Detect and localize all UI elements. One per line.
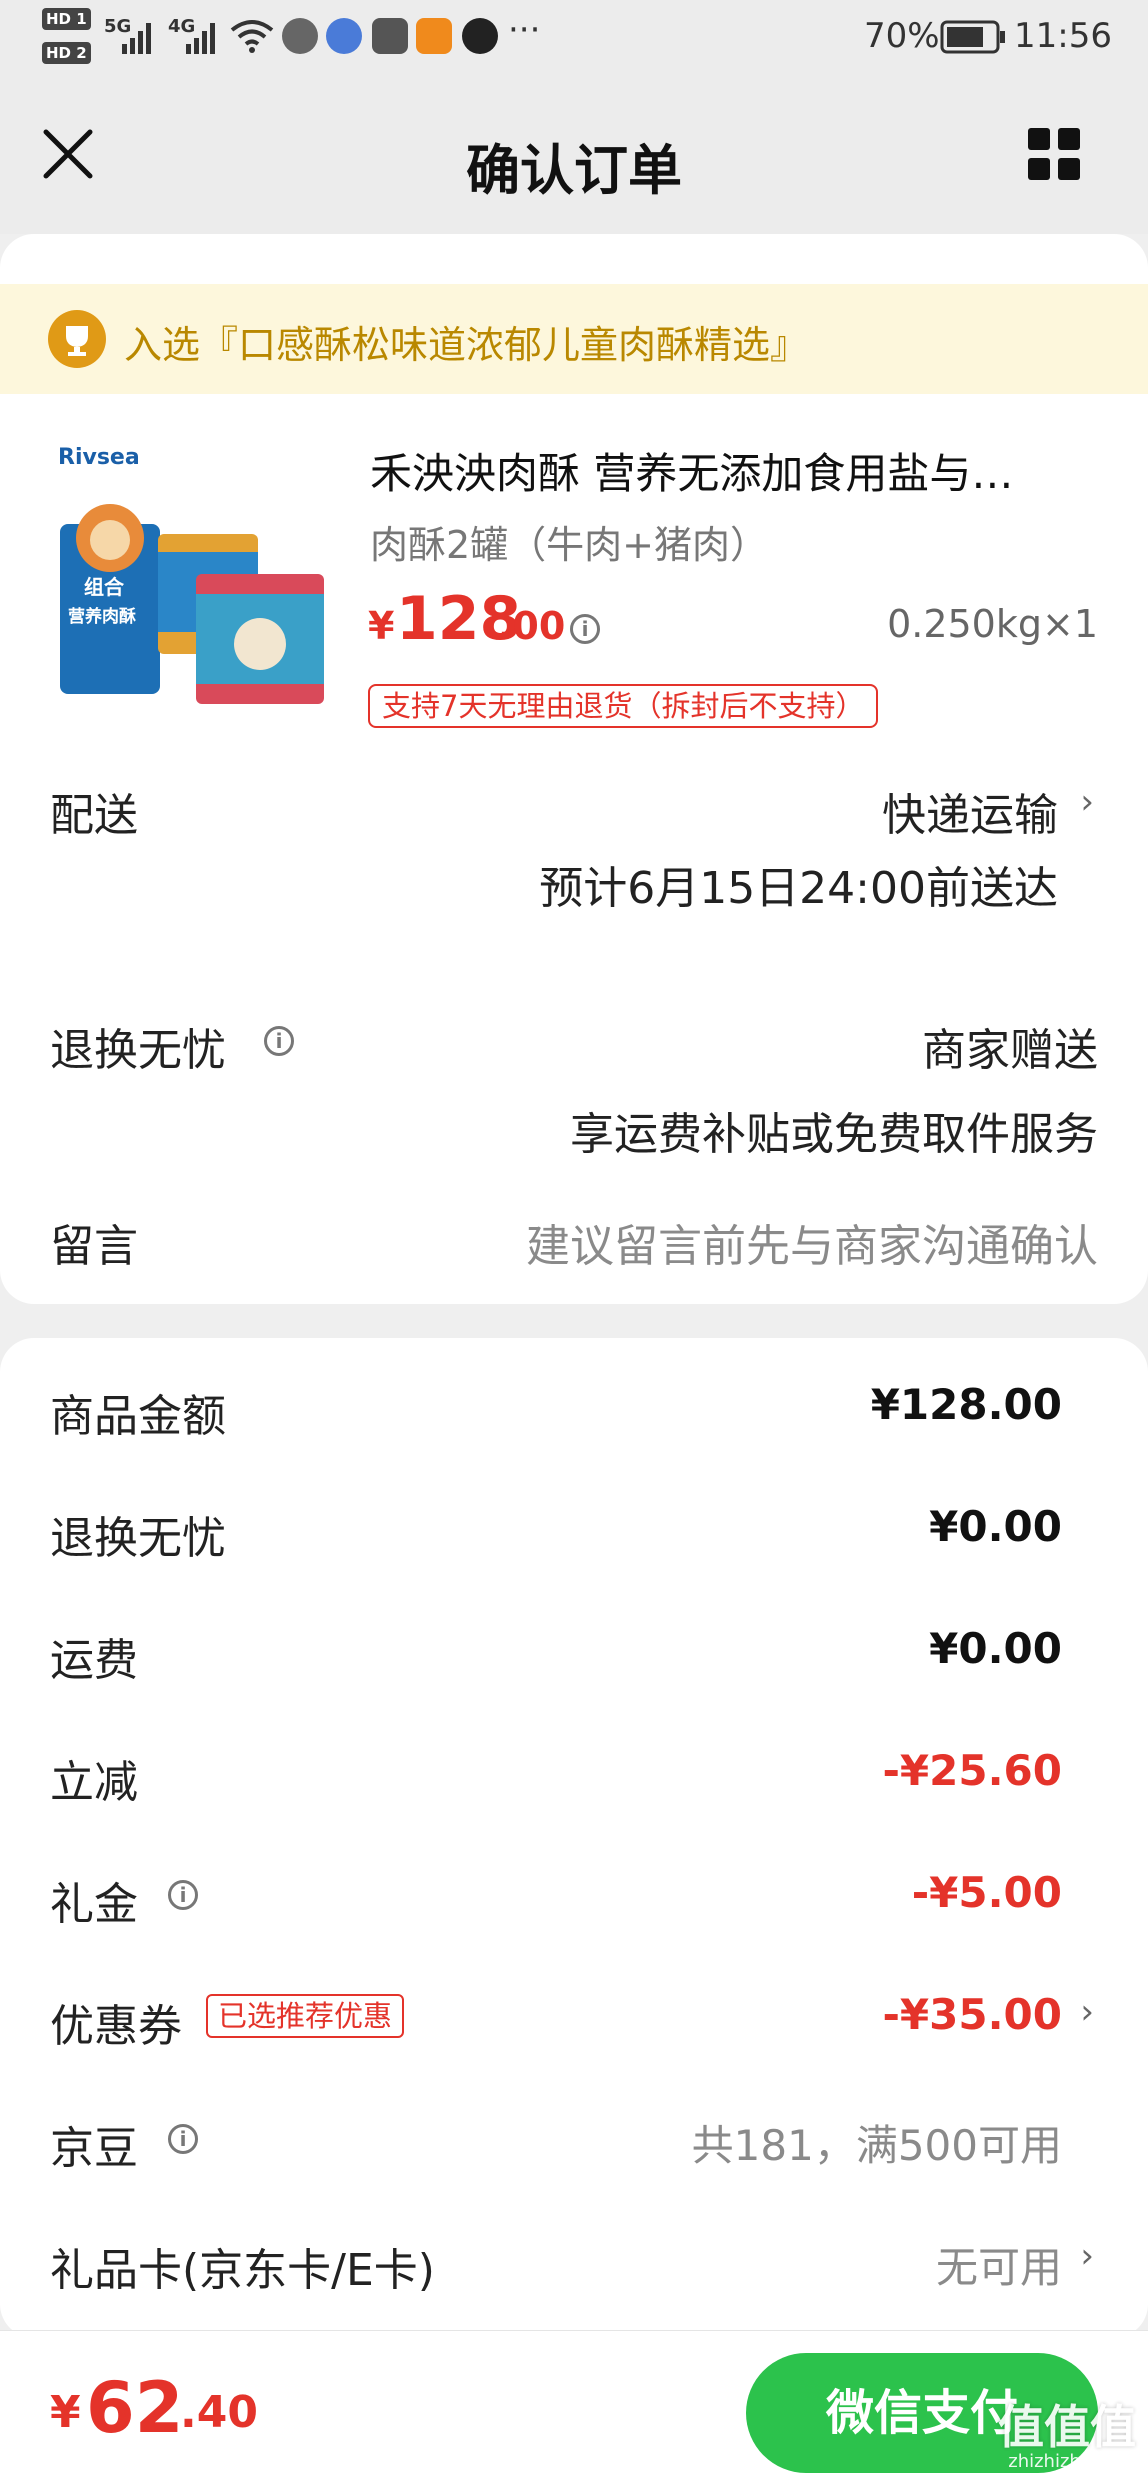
price-decimal: .00 (498, 604, 566, 648)
coupon-tag: 已选推荐优惠 (206, 1994, 405, 2038)
product-variant: 肉酥2罐（牛肉+猪肉） (370, 523, 769, 567)
product-image[interactable]: Rivsea 组合 营养肉酥 (46, 434, 336, 724)
status-bar: HD 1 HD 2 5G 4G ··· 70% 11:56 (0, 0, 1148, 76)
total-decimal: .40 (180, 2387, 258, 2438)
summary-label-goods: 商品金额 (50, 1391, 226, 1442)
delivery-eta: 预计6月15日24:00前送达 (539, 863, 1058, 914)
summary-value-discount: -¥25.60 (882, 1746, 1062, 1795)
page-title: 确认订单 (466, 139, 682, 202)
trophy-icon (48, 310, 106, 368)
return-service-label: 退换无忧 (50, 1025, 226, 1076)
summary-value-shipping: ¥0.00 (929, 1624, 1062, 1673)
summary-value-giftcard[interactable]: 无可用 (936, 2234, 1062, 2295)
hd1-indicator: HD 1 (42, 8, 91, 30)
product-title[interactable]: 禾泱泱肉酥 营养无添加食用盐与… (370, 440, 1110, 501)
summary-label-shipping: 运费 (50, 1635, 138, 1686)
battery-icon (940, 20, 1005, 54)
wifi-icon (230, 20, 274, 53)
beans-info-icon[interactable]: i (168, 2124, 198, 2154)
nav-bar: 确认订单 (0, 76, 1148, 234)
summary-label-discount: 立减 (50, 1757, 138, 1808)
return-info-icon[interactable]: i (264, 1026, 294, 1056)
music-icon (326, 18, 362, 54)
chevron-right-icon: › (1080, 782, 1094, 822)
return-policy-badge: 支持7天无理由退货（拆封后不支持） (368, 684, 879, 728)
watermark-sub: zhizhizhi.com (1008, 2451, 1130, 2472)
app-notification-icon (282, 18, 318, 54)
message-input[interactable]: 建议留言前先与商家沟通确认 (526, 1210, 1098, 1274)
signal-5g-icon (122, 23, 151, 54)
clock: 11:56 (1014, 16, 1112, 56)
summary-value-return: ¥0.00 (929, 1502, 1062, 1551)
product-pack-sub: 营养肉酥 (68, 606, 136, 627)
summary-label-gift: 礼金 (50, 1879, 138, 1930)
total-integer: 62 (86, 2367, 184, 2449)
more-notifications: ··· (508, 10, 541, 50)
message-label: 留言 (50, 1221, 138, 1272)
return-service-value: 商家赠送 (922, 1025, 1098, 1076)
summary-value-gift: -¥5.00 (911, 1868, 1062, 1917)
hand-icon (372, 18, 408, 54)
chevron-right-icon: › (1080, 2236, 1094, 2276)
play-icon (416, 18, 452, 54)
price-symbol: ¥ (368, 604, 395, 648)
hd2-indicator: HD 2 (42, 42, 91, 64)
product-pack-label: 组合 (84, 575, 125, 599)
delivery-label: 配送 (50, 790, 138, 841)
total-symbol: ¥ (50, 2387, 81, 2438)
summary-label-beans: 京豆 (50, 2123, 138, 2174)
signal-4g-icon (186, 23, 215, 54)
summary-value-beans: 共181，满500可用 (691, 2121, 1062, 2170)
price-info-icon[interactable]: i (570, 614, 600, 644)
return-service-desc: 享运费补贴或免费取件服务 (570, 1109, 1098, 1160)
chevron-right-icon: › (1080, 1992, 1094, 2032)
gift-info-icon[interactable]: i (168, 1880, 198, 1910)
summary-value-coupon[interactable]: -¥35.00 (882, 1990, 1062, 2039)
brand-logo: Rivsea (58, 445, 140, 470)
summary-label-giftcard: 礼品卡(京东卡/E卡) (50, 2245, 435, 2296)
summary-label-coupon: 优惠券 (50, 2001, 182, 2052)
summary-value-goods: ¥128.00 (870, 1380, 1062, 1429)
battery-percent: 70% (864, 16, 940, 56)
watermark: 值值值 (998, 2400, 1136, 2454)
price-summary-card: 商品金额 ¥128.00 退换无忧 ¥0.00 运费 ¥0.00 立减 -¥25… (0, 1338, 1148, 2338)
grid-menu-icon[interactable] (1026, 126, 1082, 182)
summary-label-return: 退换无忧 (50, 1513, 226, 1564)
banner-text: 入选『口感酥松味道浓郁儿童肉酥精选』 (124, 323, 809, 367)
product-quantity: 0.250kg×1 (887, 602, 1098, 646)
qq-icon (462, 18, 498, 54)
order-item-card: 入选『口感酥松味道浓郁儿童肉酥精选』 Rivsea 组合 营养肉酥 禾泱泱肉酥 … (0, 234, 1148, 1304)
ranking-banner[interactable]: 入选『口感酥松味道浓郁儿童肉酥精选』 (0, 284, 1148, 394)
checkout-bar: ¥ 62 .40 微信支付 值值值 zhizhizhi.com (0, 2330, 1148, 2481)
delivery-method[interactable]: 快递运输 (882, 779, 1058, 843)
